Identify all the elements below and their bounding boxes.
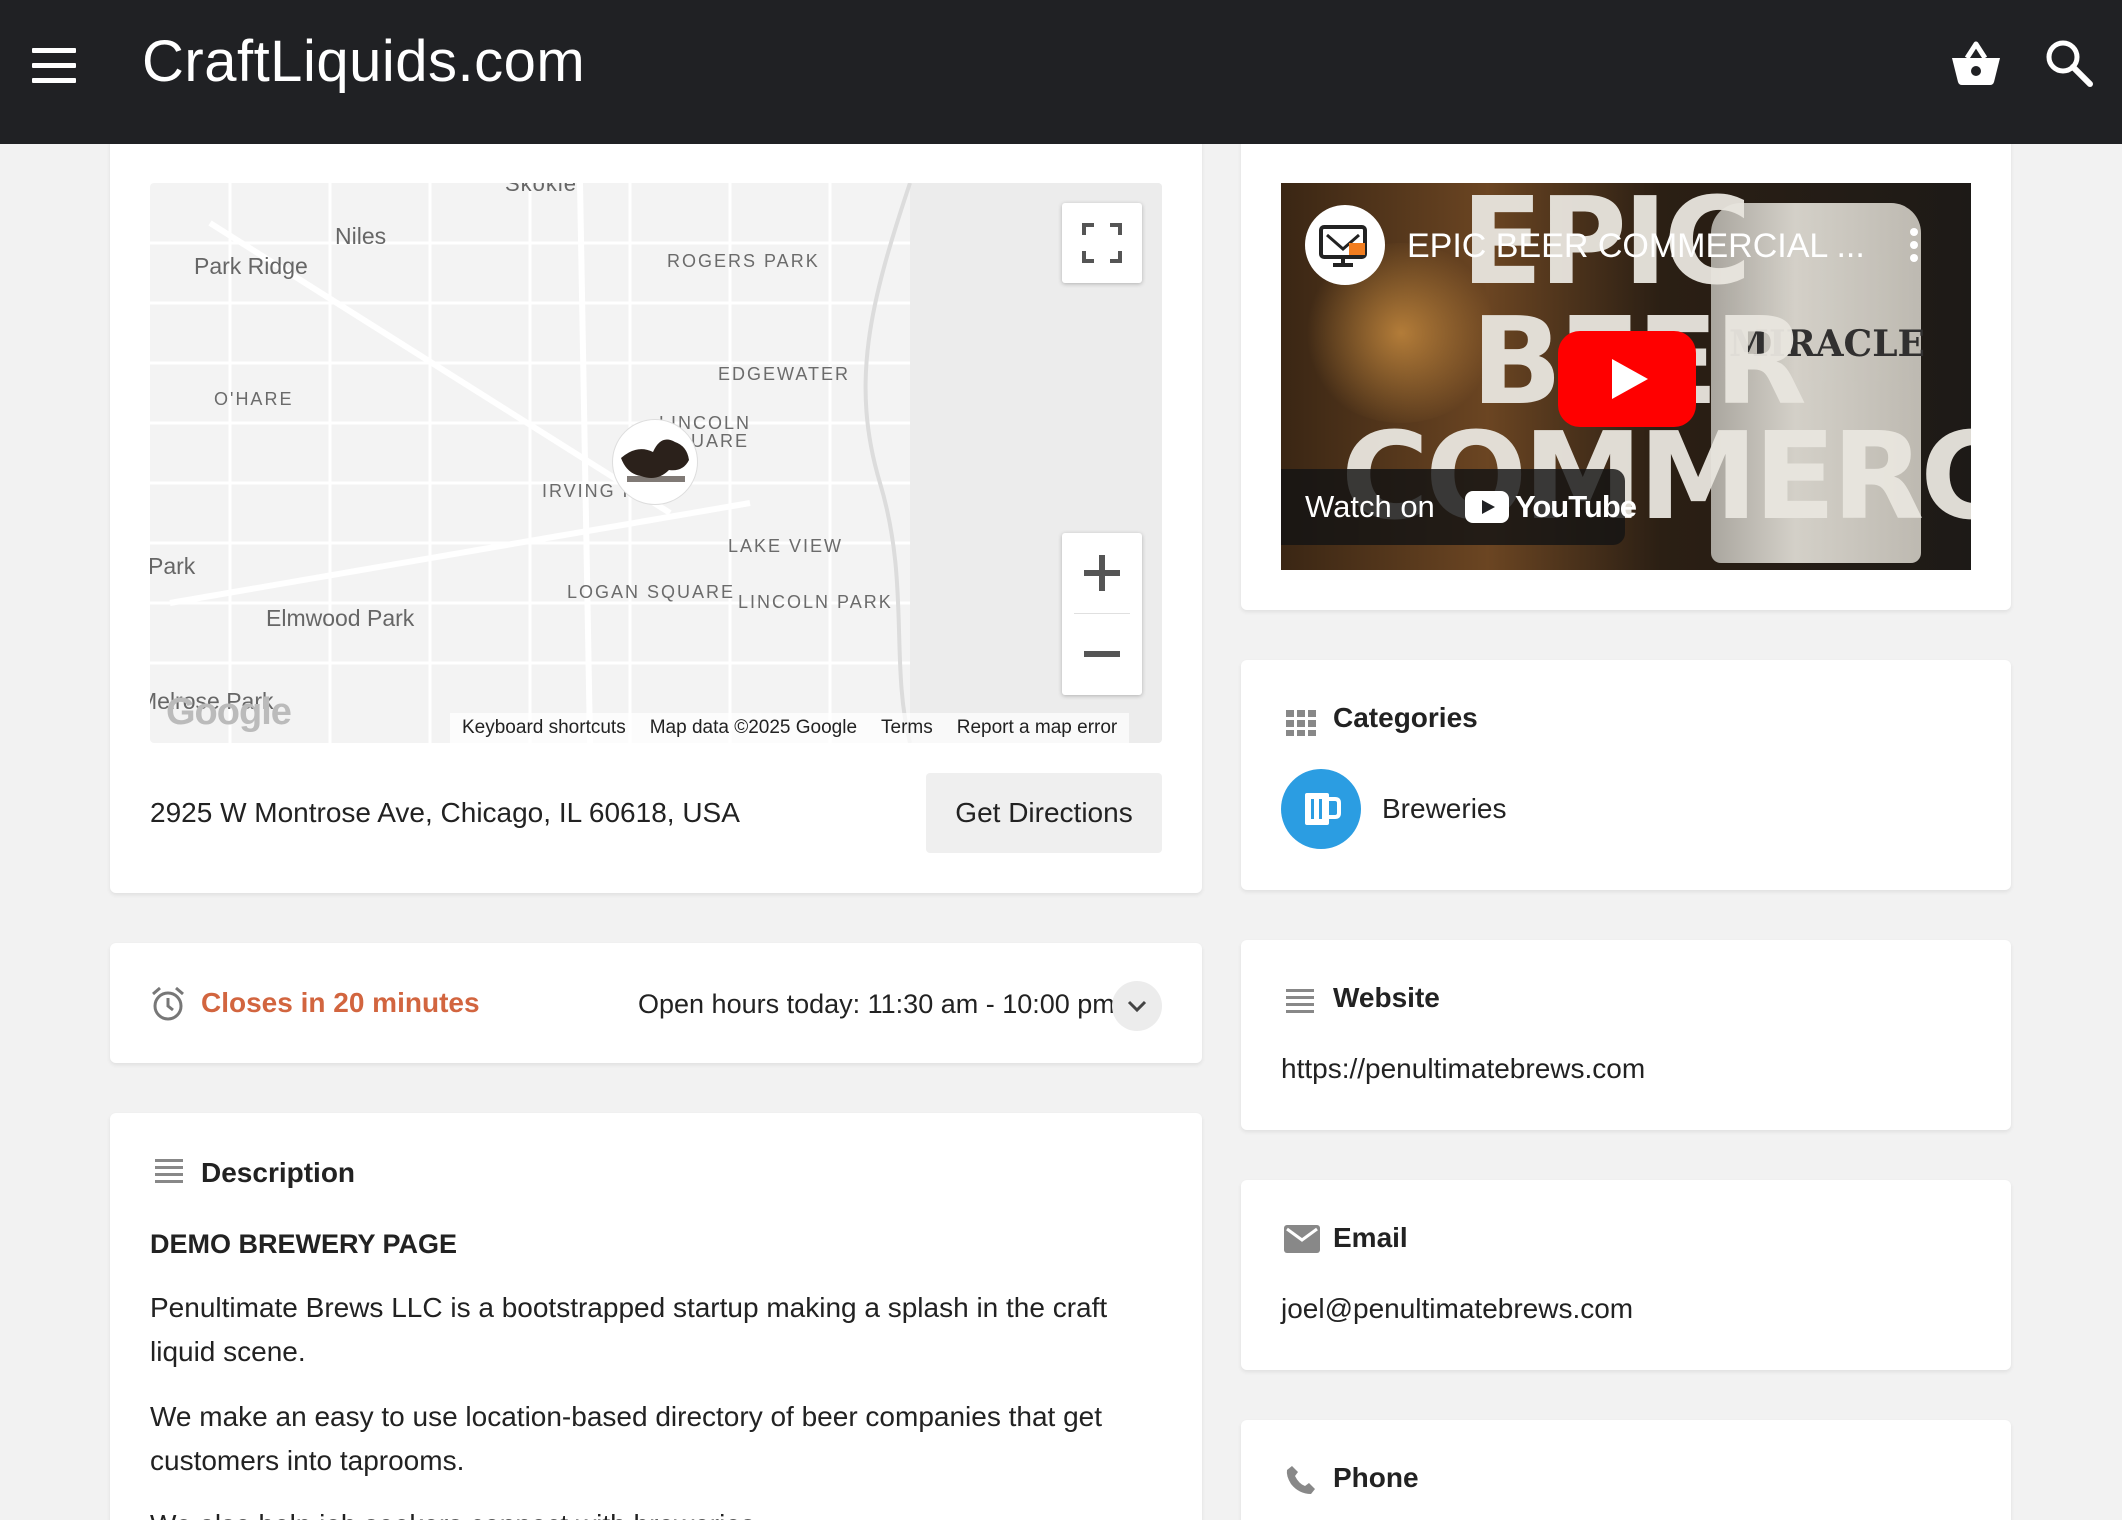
closing-status: Closes in 20 minutes [201,987,480,1018]
map-label: O'HARE [214,389,294,409]
minus-icon [1084,651,1120,657]
website-card [1241,940,2011,1130]
zoom-in-button[interactable] [1062,533,1142,613]
description-paragraph: Penultimate Brews LLC is a bootstrapped … [150,1292,1108,1367]
map-data-text: Map data ©2025 Google [649,717,858,738]
basket-icon[interactable] [1950,38,2002,88]
map-label: LAKE VIEW [728,536,844,556]
email-icon [1284,1225,1320,1253]
category-breweries-link[interactable]: Breweries [1382,793,1506,825]
map-label: Elmwood Park [266,605,415,631]
youtube-logo-icon [1465,491,1509,523]
description-paragraph: We make an easy to use location-based di… [150,1401,1103,1476]
phone-icon [1285,1464,1317,1496]
brewery-map-marker[interactable] [612,419,698,505]
chevron-down-icon [1127,1000,1147,1013]
email-link[interactable]: joel@penultimatebrews.com [1281,1293,1633,1325]
alarm-clock-icon [150,986,186,1022]
terms-link[interactable]: Terms [881,717,933,739]
plus-icon [1084,555,1120,591]
address: 2925 W Montrose Ave, Chicago, IL 60618, … [150,797,740,828]
map-attribution: Keyboard shortcuts Map data ©2025 Google… [450,713,1130,743]
map-label: ROGERS PARK [667,251,820,271]
zoom-out-button[interactable] [1062,614,1142,694]
search-icon[interactable] [2044,38,2096,88]
expand-hours-button[interactable] [1112,981,1162,1031]
map-label: Niles [335,223,387,249]
map-label: LINCOLN PARK [738,592,893,612]
keyboard-shortcuts-link[interactable]: Keyboard shortcuts [462,717,626,739]
channel-avatar[interactable] [1305,205,1385,285]
app-header: CraftLiquids.com [0,0,2122,144]
description-heading: DEMO BREWERY PAGE [150,1229,458,1259]
phone-title: Phone [1333,1462,1419,1493]
fullscreen-button[interactable] [1062,203,1142,283]
zoom-controls [1062,533,1142,695]
google-logo: Google [166,691,292,733]
get-directions-button[interactable]: Get Directions [926,773,1162,853]
beer-mug-icon[interactable] [1281,769,1361,849]
email-title: Email [1333,1222,1408,1253]
more-options-icon[interactable] [1909,227,1919,263]
watch-on-label: Watch on [1305,489,1435,524]
map[interactable]: Skokie Niles Park Ridge ROGERS PARK EDGE… [150,183,1162,743]
description-title: Description [201,1157,356,1188]
website-link[interactable]: https://penultimatebrews.com [1281,1053,1645,1085]
play-icon [1612,359,1648,399]
map-label: Park [150,553,196,579]
open-hours-today: Open hours today: 11:30 am - 10:00 pm [638,989,1115,1019]
grid-icon [1286,710,1316,736]
youtube-video-embed[interactable]: MIRACLE EPIC BEER COMMERCIAL EPIC BEER C… [1281,183,1971,570]
map-label: LOGAN SQUARE [567,582,736,602]
fullscreen-icon [1082,223,1122,263]
site-title[interactable]: CraftLiquids.com [142,28,585,95]
subject-icon [1286,988,1316,1014]
youtube-wordmark: YouTube [1515,489,1637,524]
play-button[interactable] [1558,331,1696,427]
email-card [1241,1180,2011,1370]
report-map-error-link[interactable]: Report a map error [957,717,1118,739]
video-title[interactable]: EPIC BEER COMMERCIAL ... [1407,227,1865,266]
map-label: EDGEWATER [718,364,851,384]
menu-icon[interactable] [32,48,76,84]
watch-on-youtube-button[interactable]: Watch on YouTube [1281,469,1637,545]
map-label: Park Ridge [194,253,308,279]
map-label: Skokie [505,183,578,196]
subject-icon [155,1158,185,1184]
website-title: Website [1333,982,1440,1013]
description-paragraph: We also help job seekers connect with br… [150,1503,1120,1520]
categories-title: Categories [1333,702,1478,733]
